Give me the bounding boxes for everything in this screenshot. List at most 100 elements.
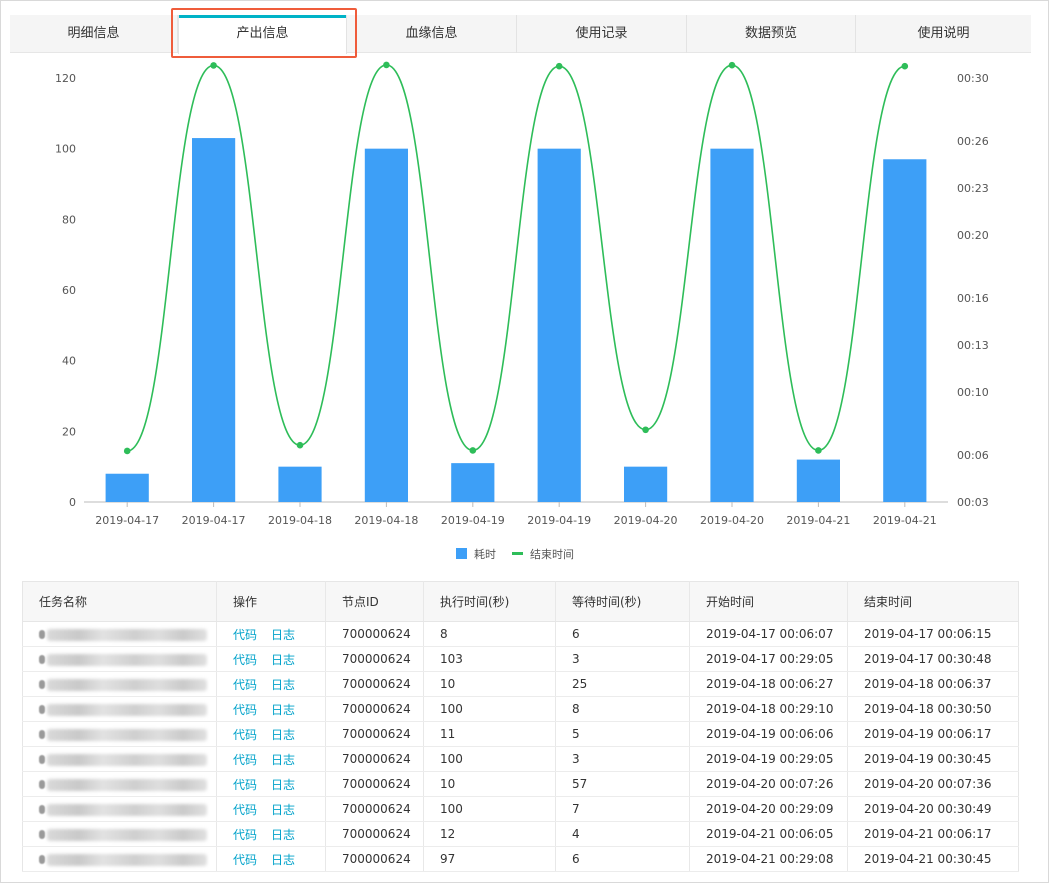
code-link[interactable]: 代码 xyxy=(233,853,257,867)
end-time-cell: 2019-04-20 00:30:49 xyxy=(847,796,1019,822)
tab-lineage-info[interactable]: 血缘信息 xyxy=(347,15,517,53)
bar xyxy=(364,148,408,502)
left-axis-tick-label: 120 xyxy=(55,72,76,85)
node-id-cell: 700000624 xyxy=(325,746,424,772)
x-axis-tick-label: 2019-04-17 xyxy=(95,514,159,527)
end-time-cell: 2019-04-21 00:30:45 xyxy=(847,846,1019,872)
start-time-cell: 2019-04-17 00:29:05 xyxy=(689,646,848,672)
log-link[interactable]: 日志 xyxy=(271,803,295,817)
task-name-cell[interactable] xyxy=(22,846,217,872)
log-link[interactable]: 日志 xyxy=(271,778,295,792)
log-link[interactable]: 日志 xyxy=(271,703,295,717)
code-link[interactable]: 代码 xyxy=(233,803,257,817)
log-link[interactable]: 日志 xyxy=(271,728,295,742)
left-axis-tick-label: 80 xyxy=(62,213,76,226)
action-cell: 代码 日志 xyxy=(216,696,326,722)
task-name-cell[interactable] xyxy=(22,696,217,722)
x-axis-tick-label: 2019-04-18 xyxy=(268,514,332,527)
wait-time-cell: 6 xyxy=(555,621,690,647)
right-axis-tick-label: 00:16 xyxy=(957,292,989,305)
code-link[interactable]: 代码 xyxy=(233,778,257,792)
x-axis-tick-label: 2019-04-20 xyxy=(614,514,678,527)
action-cell: 代码 日志 xyxy=(216,671,326,697)
log-link[interactable]: 日志 xyxy=(271,653,295,667)
action-cell: 代码 日志 xyxy=(216,746,326,772)
end-time-cell: 2019-04-18 00:06:37 xyxy=(847,671,1019,697)
end-time-cell: 2019-04-19 00:30:45 xyxy=(847,746,1019,772)
table-row: 代码 日志 700000624 100 7 2019-04-20 00:29:09 2019… xyxy=(22,796,1019,822)
table-header-row: 任务名称 操作 节点ID 执行时间(秒) 等待时间(秒) 开始时间 结束时间 xyxy=(22,581,1019,622)
x-axis-tick-label: 2019-04-19 xyxy=(527,514,591,527)
redacted-text xyxy=(39,680,45,689)
bar xyxy=(451,463,495,502)
line-point xyxy=(123,447,131,455)
exec-time-cell: 97 xyxy=(423,846,556,872)
log-link[interactable]: 日志 xyxy=(271,853,295,867)
code-link[interactable]: 代码 xyxy=(233,703,257,717)
redacted-text xyxy=(39,780,45,789)
wait-time-cell: 3 xyxy=(555,746,690,772)
wait-time-cell: 3 xyxy=(555,646,690,672)
task-name-cell[interactable] xyxy=(22,771,217,797)
exec-time-cell: 10 xyxy=(423,671,556,697)
start-time-cell: 2019-04-17 00:06:07 xyxy=(689,621,848,647)
col-wait-time: 等待时间(秒) xyxy=(555,581,690,622)
bar xyxy=(278,466,322,502)
redacted-text xyxy=(47,628,207,641)
x-axis-tick-label: 2019-04-18 xyxy=(354,514,418,527)
series-line xyxy=(127,64,905,452)
legend-swatch-line xyxy=(512,552,523,555)
log-link[interactable]: 日志 xyxy=(271,628,295,642)
redacted-text xyxy=(39,730,45,739)
log-link[interactable]: 日志 xyxy=(271,678,295,692)
exec-time-cell: 100 xyxy=(423,696,556,722)
table-row: 代码 日志 700000624 100 3 2019-04-19 00:29:05 2019… xyxy=(22,746,1019,772)
code-link[interactable]: 代码 xyxy=(233,678,257,692)
action-cell: 代码 日志 xyxy=(216,796,326,822)
table-row: 代码 日志 700000624 100 8 2019-04-18 00:29:10 2019… xyxy=(22,696,1019,722)
code-link[interactable]: 代码 xyxy=(233,753,257,767)
task-name-cell[interactable] xyxy=(22,721,217,747)
code-link[interactable]: 代码 xyxy=(233,628,257,642)
end-time-cell: 2019-04-19 00:06:17 xyxy=(847,721,1019,747)
task-name-cell[interactable] xyxy=(22,821,217,847)
table-row: 代码 日志 700000624 10 25 2019-04-18 00:06:27 2019… xyxy=(22,671,1019,697)
start-time-cell: 2019-04-19 00:29:05 xyxy=(689,746,848,772)
line-point xyxy=(728,61,736,69)
line-point xyxy=(469,447,477,454)
task-name-cell[interactable] xyxy=(22,646,217,672)
task-name-cell[interactable] xyxy=(22,671,217,697)
tab-detail-info[interactable]: 明细信息 xyxy=(10,15,178,53)
task-name-cell[interactable] xyxy=(22,746,217,772)
redacted-text xyxy=(47,653,207,666)
table-row: 代码 日志 700000624 97 6 2019-04-21 00:29:08 2019-… xyxy=(22,846,1019,872)
log-link[interactable]: 日志 xyxy=(271,828,295,842)
tab-usage-guide[interactable]: 使用说明 xyxy=(856,15,1031,53)
start-time-cell: 2019-04-20 00:07:26 xyxy=(689,771,848,797)
redacted-text xyxy=(39,755,45,764)
left-axis-tick-label: 40 xyxy=(62,355,76,368)
wait-time-cell: 25 xyxy=(555,671,690,697)
log-link[interactable]: 日志 xyxy=(271,753,295,767)
action-cell: 代码 日志 xyxy=(216,621,326,647)
redacted-text xyxy=(47,703,207,716)
line-point xyxy=(555,62,563,70)
right-axis-tick-label: 00:26 xyxy=(957,135,989,148)
tab-data-preview[interactable]: 数据预览 xyxy=(687,15,856,53)
code-link[interactable]: 代码 xyxy=(233,728,257,742)
left-axis-tick-label: 100 xyxy=(55,143,76,156)
action-cell: 代码 日志 xyxy=(216,721,326,747)
node-id-cell: 700000624 xyxy=(325,821,424,847)
tab-usage-records[interactable]: 使用记录 xyxy=(517,15,687,53)
code-link[interactable]: 代码 xyxy=(233,828,257,842)
legend-label: 耗时 xyxy=(474,548,496,561)
line-point xyxy=(642,426,649,434)
table-row: 代码 日志 700000624 11 5 2019-04-19 00:06:06 2019-… xyxy=(22,721,1019,747)
wait-time-cell: 4 xyxy=(555,821,690,847)
task-name-cell[interactable] xyxy=(22,796,217,822)
task-name-cell[interactable] xyxy=(22,621,217,647)
bar xyxy=(710,148,754,502)
code-link[interactable]: 代码 xyxy=(233,653,257,667)
right-axis-tick-label: 00:13 xyxy=(957,339,989,352)
x-axis-tick-label: 2019-04-17 xyxy=(182,514,246,527)
